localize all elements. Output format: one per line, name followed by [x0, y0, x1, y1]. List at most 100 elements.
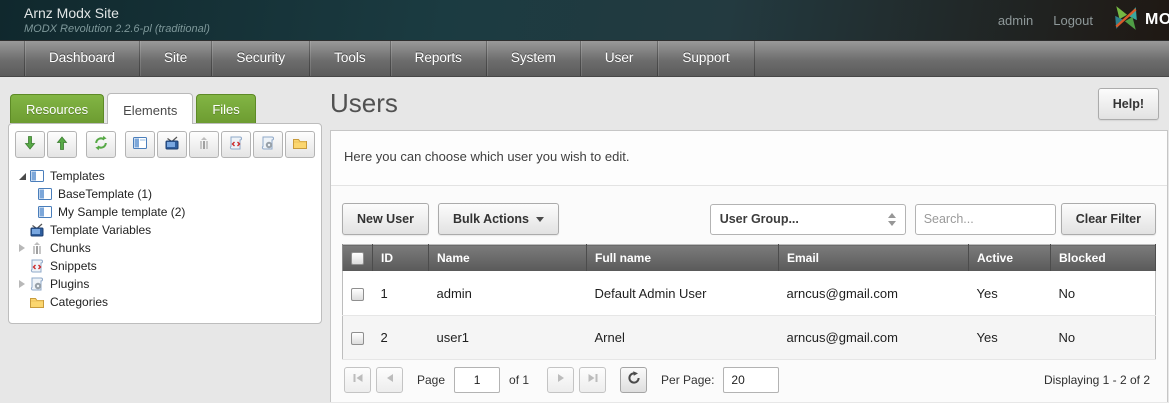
template-icon — [29, 168, 45, 184]
nav-item-security[interactable]: Security — [212, 41, 310, 76]
column-header-blocked[interactable]: Blocked — [1051, 245, 1156, 272]
spinner-icon[interactable] — [888, 213, 896, 226]
search-input[interactable] — [915, 204, 1056, 235]
tree-node-categories[interactable]: Categories — [15, 293, 315, 311]
collapsed-arrow-icon[interactable] — [15, 244, 29, 252]
refresh-tree-button[interactable] — [86, 131, 116, 158]
column-header-name[interactable]: Name — [429, 245, 587, 272]
help-button[interactable]: Help! — [1098, 88, 1159, 120]
tree-node-label: Templates — [50, 169, 105, 183]
refresh-grid-button[interactable] — [620, 367, 647, 393]
new-user-button[interactable]: New User — [342, 203, 429, 235]
top-right-links: admin Logout MODX — [998, 5, 1169, 36]
bulk-actions-button[interactable]: Bulk Actions — [438, 203, 559, 235]
user-menu-link[interactable]: admin — [998, 13, 1033, 28]
new-chunk-button[interactable] — [189, 131, 219, 158]
sidebar-tabs: Resources Elements Files — [8, 93, 322, 123]
template-icon — [132, 135, 148, 154]
main-header: Users Help! — [330, 77, 1168, 130]
tree-node-plugins[interactable]: Plugins — [15, 275, 315, 293]
arrow-up-icon — [54, 135, 70, 154]
nav-item-dashboard[interactable]: Dashboard — [24, 41, 140, 76]
grid-toolbar: New User Bulk Actions User Group... Clea… — [342, 186, 1156, 244]
left-tree-panel: Resources Elements Files — [8, 93, 322, 324]
last-page-icon — [587, 372, 599, 387]
column-header-active[interactable]: Active — [969, 245, 1051, 272]
collapsed-arrow-icon[interactable] — [15, 280, 29, 288]
expanded-arrow-icon[interactable] — [15, 173, 29, 180]
main-nav: Dashboard Site Security Tools Reports Sy… — [0, 40, 1169, 77]
user-group-select[interactable]: User Group... — [710, 204, 906, 235]
cell-id: 2 — [373, 315, 429, 359]
nav-item-site[interactable]: Site — [140, 41, 212, 76]
new-category-button[interactable] — [285, 131, 315, 158]
cell-name: user1 — [429, 315, 587, 359]
column-header-fullname[interactable]: Full name — [587, 245, 779, 272]
pagination-bar: Page of 1 Per Page: — [342, 360, 1156, 397]
row-checkbox[interactable] — [351, 332, 364, 345]
tree-node-snippets[interactable]: Snippets — [15, 257, 315, 275]
snippet-icon — [228, 135, 244, 154]
tree-node-template-variables[interactable]: Template Variables — [15, 221, 315, 239]
tree-node-chunks[interactable]: Chunks — [15, 239, 315, 257]
table-row[interactable]: 1 admin Default Admin User arncus@gmail.… — [343, 271, 1156, 315]
last-page-button[interactable] — [579, 367, 606, 393]
column-header-email[interactable]: Email — [779, 245, 969, 272]
prev-page-button[interactable] — [376, 367, 403, 393]
chunk-icon — [196, 135, 212, 154]
folder-icon — [29, 294, 45, 310]
cell-blocked: No — [1051, 315, 1156, 359]
displaying-status: Displaying 1 - 2 of 2 — [1044, 373, 1154, 387]
tree-node-templates[interactable]: Templates — [15, 167, 315, 185]
new-snippet-button[interactable] — [221, 131, 251, 158]
clear-filter-button[interactable]: Clear Filter — [1061, 203, 1156, 235]
tree-node-label: Chunks — [50, 241, 91, 255]
modx-logo-text: MODX — [1145, 11, 1169, 29]
nav-item-support[interactable]: Support — [658, 41, 754, 76]
column-header-id[interactable]: ID — [373, 245, 429, 272]
top-header: Arnz Modx Site MODX Revolution 2.2.6-pl … — [0, 0, 1169, 40]
collapse-tree-button[interactable] — [47, 131, 77, 158]
row-checkbox[interactable] — [351, 288, 364, 301]
new-plugin-button[interactable] — [253, 131, 283, 158]
per-page-input[interactable] — [723, 367, 779, 393]
per-page-label: Per Page: — [661, 373, 714, 387]
tree-node-my-sample-template[interactable]: My Sample template (2) — [15, 203, 315, 221]
nav-item-reports[interactable]: Reports — [391, 41, 487, 76]
plugin-icon — [260, 135, 276, 154]
site-info: Arnz Modx Site MODX Revolution 2.2.6-pl … — [24, 4, 210, 36]
tree-node-label: Categories — [50, 295, 108, 309]
arrow-down-icon — [22, 135, 38, 154]
nav-item-tools[interactable]: Tools — [310, 41, 391, 76]
cell-fullname: Default Admin User — [587, 271, 779, 315]
tree-node-basetemplate[interactable]: BaseTemplate (1) — [15, 185, 315, 203]
expand-tree-button[interactable] — [15, 131, 45, 158]
tv-icon — [164, 135, 180, 154]
cell-active: Yes — [969, 315, 1051, 359]
template-icon — [37, 204, 53, 220]
elements-tree-panel: Templates BaseTemplate (1) My Sample tem… — [8, 123, 322, 324]
logout-link[interactable]: Logout — [1053, 13, 1093, 28]
tab-elements[interactable]: Elements — [107, 93, 193, 124]
elements-tree: Templates BaseTemplate (1) My Sample tem… — [15, 167, 315, 311]
site-version: MODX Revolution 2.2.6-pl (traditional) — [24, 22, 210, 36]
next-page-button[interactable] — [547, 367, 574, 393]
nav-item-system[interactable]: System — [487, 41, 581, 76]
first-page-icon — [352, 372, 364, 387]
select-all-checkbox[interactable] — [351, 252, 364, 265]
table-row[interactable]: 2 user1 Arnel arncus@gmail.com Yes No — [343, 315, 1156, 359]
tree-node-label: Snippets — [50, 259, 97, 273]
page-number-input[interactable] — [454, 367, 500, 393]
new-template-button[interactable] — [125, 131, 155, 158]
chunk-icon — [29, 240, 45, 256]
modx-logo: MODX — [1113, 5, 1169, 36]
tree-node-label: BaseTemplate (1) — [58, 187, 152, 201]
first-page-button[interactable] — [344, 367, 371, 393]
folder-icon — [292, 135, 308, 154]
tab-resources[interactable]: Resources — [10, 94, 104, 123]
plugin-icon — [29, 276, 45, 292]
tab-files[interactable]: Files — [196, 94, 255, 123]
new-tv-button[interactable] — [157, 131, 187, 158]
nav-item-user[interactable]: User — [581, 41, 659, 76]
refresh-icon — [627, 371, 641, 388]
